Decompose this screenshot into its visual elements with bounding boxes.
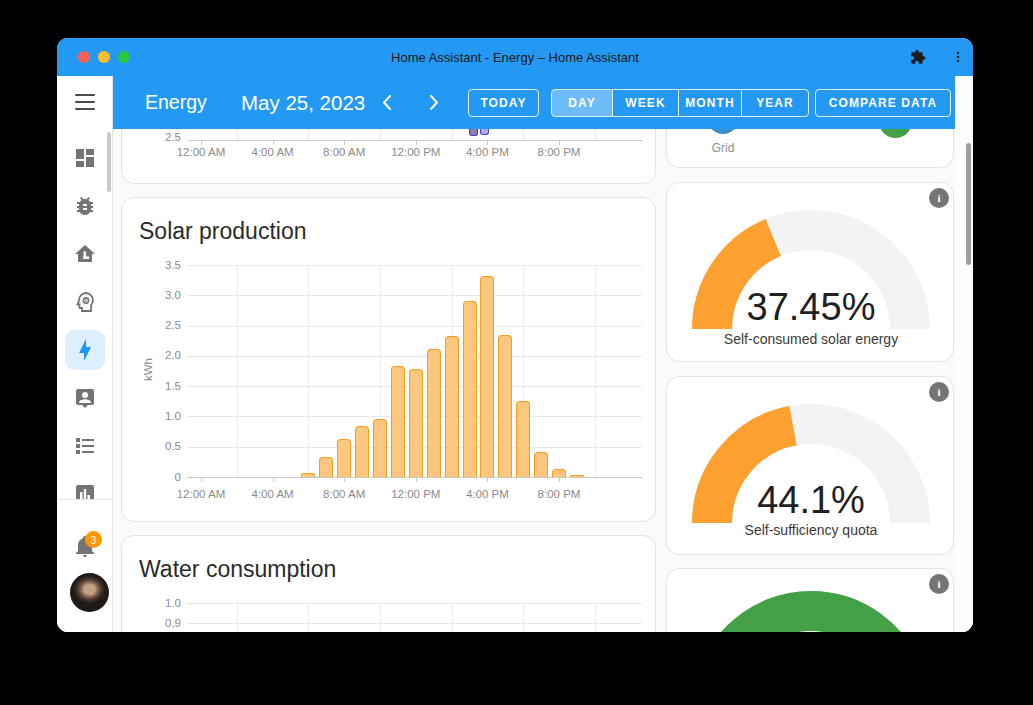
dashboard-content: 2.512:00 AM4:00 AM8:00 AM12:00 PM4:00 PM… <box>113 129 955 632</box>
sidebar-item-chart-icon[interactable] <box>73 482 97 499</box>
water-consumption-chart: 1.00.9 <box>122 536 655 632</box>
tab-day[interactable]: DAY <box>552 90 613 116</box>
self-consumed-gauge-card: 37.45% Self-consumed solar energy i <box>666 182 954 362</box>
extension-puzzle-icon[interactable] <box>910 49 926 65</box>
compare-data-button[interactable]: COMPARE DATA <box>815 89 951 117</box>
solar-node-circle <box>879 129 912 138</box>
sidebar: 3 <box>57 76 113 632</box>
app-body: 3 Energy May 25, 2023 TODAY DAY WEEK MON… <box>57 76 973 632</box>
sidebar-item-dashboards-icon[interactable] <box>73 146 97 170</box>
sidebar-scrollbar-thumb[interactable] <box>107 132 111 192</box>
info-icon[interactable]: i <box>929 382 949 402</box>
sidebar-item-bug-icon[interactable] <box>73 194 97 218</box>
grid-node-circle <box>707 129 739 134</box>
scrollbar-thumb[interactable] <box>966 143 971 265</box>
gauge-value: 44.1% <box>667 479 955 522</box>
info-icon[interactable]: i <box>929 188 949 208</box>
solar-production-card: Solar production 00.51.01.52.02.53.03.51… <box>121 197 656 522</box>
notification-badge: 3 <box>85 531 102 548</box>
solar-production-chart: 00.51.01.52.02.53.03.512:00 AM4:00 AM8:0… <box>122 198 655 521</box>
gauge-label: Self-consumed solar energy <box>667 331 955 347</box>
window-titlebar: Home Assistant - Energy – Home Assistant <box>57 38 973 76</box>
next-date-button[interactable] <box>419 87 449 117</box>
sidebar-item-person-icon[interactable] <box>73 386 97 410</box>
tab-year[interactable]: YEAR <box>742 90 808 116</box>
water-consumption-card-partial: Water consumption 1.00.9 <box>121 535 656 632</box>
sidebar-item-assist-icon[interactable] <box>73 290 97 314</box>
energy-usage-chart: 2.512:00 AM4:00 AM8:00 AM12:00 PM4:00 PM… <box>122 129 655 183</box>
page-title: Energy <box>145 76 207 129</box>
window-title: Home Assistant - Energy – Home Assistant <box>57 38 973 76</box>
today-button[interactable]: TODAY <box>468 89 539 117</box>
app-header: Energy May 25, 2023 TODAY DAY WEEK MONTH… <box>113 76 955 129</box>
browser-menu-kebab-icon[interactable] <box>950 49 966 65</box>
green-gauge-card-partial: i <box>666 568 954 632</box>
gauge-label: Self-sufficiency quota <box>667 522 955 538</box>
sidebar-divider <box>57 499 112 500</box>
gauge-value: 37.45% <box>667 286 955 329</box>
sidebar-item-energy-icon[interactable] <box>73 338 97 362</box>
app-window: Home Assistant - Energy – Home Assistant… <box>57 38 973 632</box>
energy-usage-card-partial: 2.512:00 AM4:00 AM8:00 AM12:00 PM4:00 PM… <box>121 129 656 184</box>
gauge-arc <box>692 591 930 632</box>
period-tab-group: DAY WEEK MONTH YEAR <box>551 89 809 117</box>
tab-week[interactable]: WEEK <box>613 90 679 116</box>
sidebar-item-list-icon[interactable] <box>73 434 97 458</box>
info-icon[interactable]: i <box>929 574 949 594</box>
grid-node-label: Grid <box>693 141 753 155</box>
tab-month[interactable]: MONTH <box>679 90 742 116</box>
self-sufficiency-gauge-card: 44.1% Self-sufficiency quota i <box>666 376 954 555</box>
energy-distribution-card-partial: Grid <box>666 129 954 168</box>
sidebar-item-home-icon[interactable] <box>73 242 97 266</box>
prev-date-button[interactable] <box>371 87 401 117</box>
sidebar-scroll-area <box>57 76 112 499</box>
user-avatar[interactable] <box>70 573 109 612</box>
date-label: May 25, 2023 <box>241 76 365 129</box>
